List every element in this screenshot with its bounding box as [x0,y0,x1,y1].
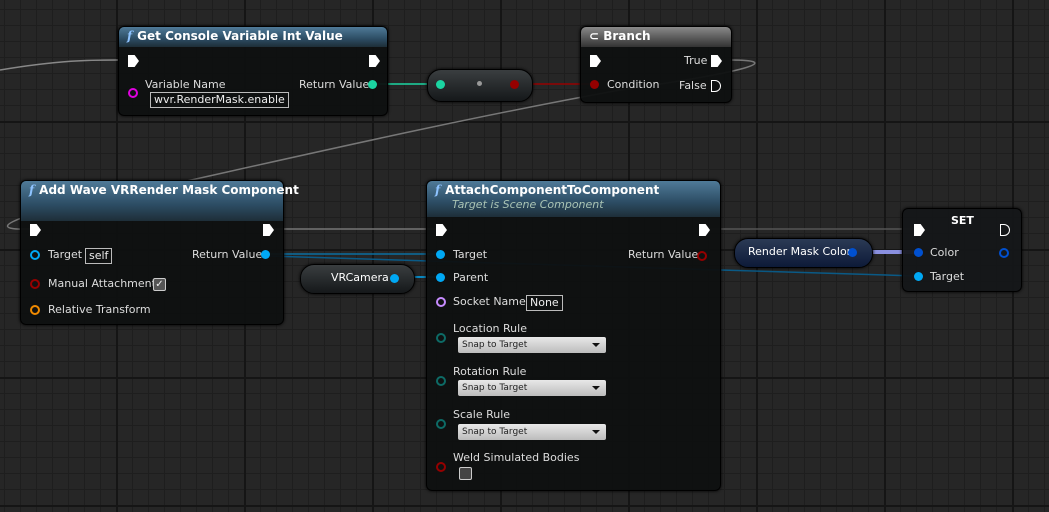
exec-wire [0,59,119,71]
bool-pin[interactable] [436,462,446,472]
scale-rule-dropdown[interactable]: Snap to Target [458,424,606,440]
exec-out-pin[interactable] [1000,224,1010,236]
enum-pin[interactable] [436,419,446,429]
socket-name-input[interactable]: None [526,295,563,311]
false-exec-pin[interactable] [711,80,721,92]
true-exec-pin[interactable] [711,55,722,67]
bool-out-pin[interactable] [510,80,519,89]
location-rule-dropdown[interactable]: Snap to Target [458,337,606,353]
variable-name-input[interactable]: wvr.RenderMask.enable [150,92,289,108]
set-node[interactable]: SET Color Target [902,208,1022,292]
exec-in-pin[interactable] [436,224,447,236]
condition-pin[interactable] [590,80,599,89]
vrcamera-node[interactable]: VRCamera [300,264,415,294]
int-out-pin[interactable] [368,80,377,89]
string-pin[interactable] [128,88,138,98]
manual-attachment-checkbox[interactable]: ✓ [153,278,166,291]
branch-icon: ⊂ [589,29,604,43]
transform-pin[interactable] [30,305,40,315]
exec-in-pin[interactable] [914,224,925,236]
target-pin[interactable] [914,272,923,281]
struct-out-pin[interactable] [848,248,857,257]
socket-pin[interactable] [436,297,446,307]
exec-in-pin[interactable] [590,55,601,67]
color-pin[interactable] [914,248,923,257]
color-out-pin[interactable] [999,248,1009,258]
function-icon: f [29,183,35,197]
int-in-pin[interactable] [436,80,445,89]
add-render-mask-node[interactable]: f Add Wave VRRender Mask Component Target… [20,180,299,325]
target-value[interactable]: self [85,248,113,264]
attach-component-node[interactable]: f AttachComponentToComponent Target is Sce… [426,180,721,491]
return-pin[interactable] [697,251,707,261]
weld-checkbox[interactable] [459,467,472,480]
exec-out-pin[interactable] [699,224,710,236]
enum-pin[interactable] [436,333,446,343]
exec-out-pin[interactable] [369,55,380,67]
bool-pin[interactable] [30,279,40,289]
target-pin[interactable] [30,250,40,260]
get-console-variable-node[interactable]: f Get Console Variable Int Value Variable… [118,26,388,116]
target-pin[interactable] [436,250,445,259]
rotation-rule-dropdown[interactable]: Snap to Target [458,380,606,396]
function-icon: f [435,183,441,197]
render-mask-color-node[interactable]: Render Mask Color [734,238,873,268]
function-icon: f [127,29,133,43]
object-out-pin[interactable] [390,274,399,283]
exec-in-pin[interactable] [128,55,139,67]
exec-out-pin[interactable] [263,224,274,236]
exec-in-pin[interactable] [30,224,41,236]
enum-pin[interactable] [436,376,446,386]
object-out-pin[interactable] [261,250,270,259]
parent-pin[interactable] [436,273,445,282]
branch-node[interactable]: ⊂ Branch True Condition False [580,26,732,103]
dot-icon [477,81,482,86]
conversion-node[interactable] [427,69,533,102]
